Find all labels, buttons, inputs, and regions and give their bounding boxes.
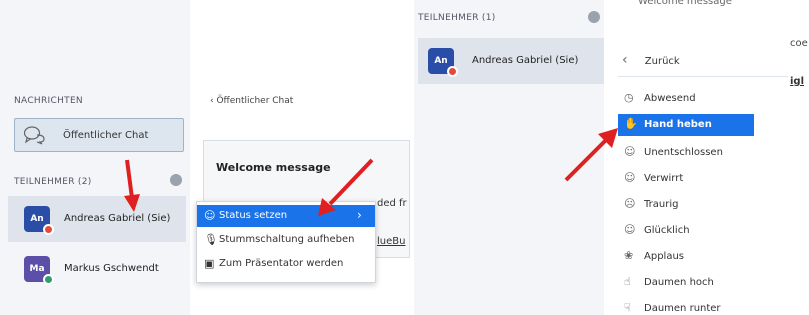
annotation-arrows	[124, 128, 618, 216]
arrow-icon	[124, 159, 140, 212]
arrow-icon	[564, 128, 618, 182]
arrow-icon	[318, 158, 374, 216]
